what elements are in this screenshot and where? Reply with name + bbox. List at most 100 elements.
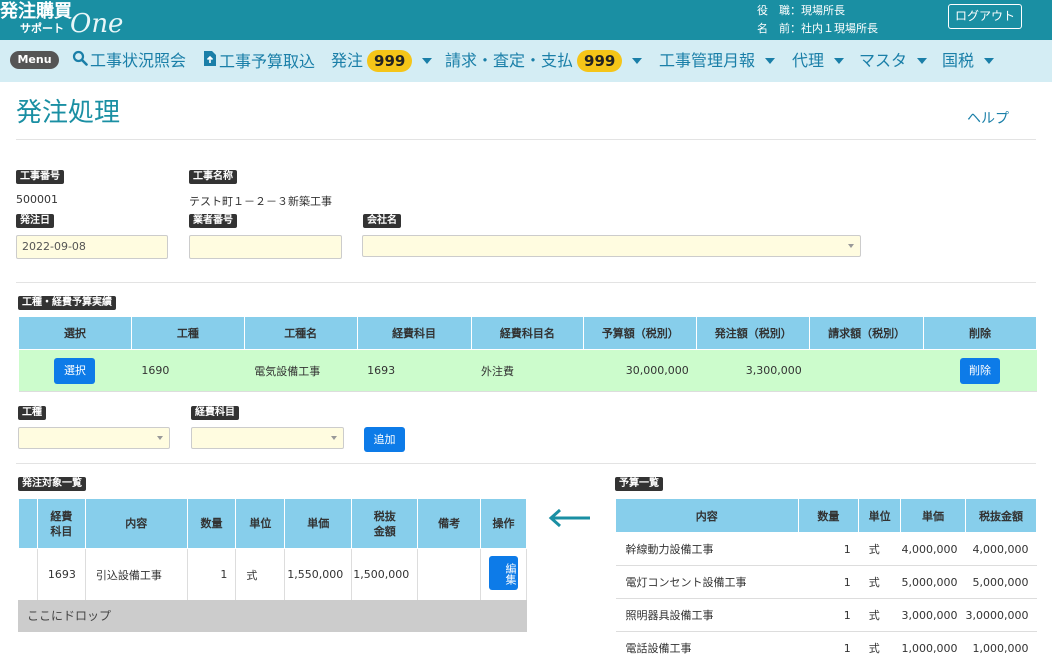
nav-billing[interactable]: 請求・査定・支払 999 bbox=[445, 50, 643, 72]
nav-monthly-report[interactable]: 工事管理月報 bbox=[659, 50, 776, 72]
nav-master[interactable]: マスタ bbox=[859, 50, 928, 72]
table-row[interactable]: 電灯コンセント設備工事 1 式 5,000,000 5,000,000 bbox=[615, 565, 1037, 599]
table-row[interactable]: 照明器具設備工事 1 式 3,000,000 3,0000,000 bbox=[615, 598, 1037, 632]
col-qty: 数量 bbox=[797, 498, 860, 533]
koji-no-label: 工事番号 bbox=[16, 170, 64, 184]
chevron-down-icon bbox=[834, 58, 845, 64]
content-cell: 引込設備工事 bbox=[85, 548, 188, 601]
content-cell: 電話設備工事 bbox=[615, 631, 799, 664]
col-content: 内容 bbox=[615, 498, 799, 533]
col-qty: 数量 bbox=[186, 498, 237, 549]
name-value: 社内１現場所長 bbox=[801, 22, 878, 35]
table-row: 選択 1690 電気設備工事 1693 外注費 30,000,000 3,300… bbox=[18, 349, 1037, 392]
col-amount: 税抜金額 bbox=[351, 498, 419, 549]
chevron-down-icon bbox=[984, 58, 995, 64]
price-cell: 3,000,000 bbox=[900, 598, 966, 632]
help-link[interactable]: ヘルプ bbox=[967, 108, 1009, 128]
col-koshu-name: 工種名 bbox=[243, 316, 358, 350]
table-row[interactable]: 1693 引込設備工事 1 式 1,550,000 1,500,000 編集 bbox=[18, 548, 527, 601]
keihi-cell: 1693 bbox=[37, 548, 86, 601]
vendor-no-label: 業者番号 bbox=[189, 214, 237, 228]
budget-amount-cell: 30,000,000 bbox=[583, 349, 697, 392]
drop-zone[interactable]: ここにドロップ bbox=[18, 600, 527, 632]
menu-button[interactable]: Menu bbox=[10, 51, 59, 69]
unit-cell: 式 bbox=[235, 548, 286, 601]
vendor-no-field[interactable] bbox=[189, 235, 342, 259]
amount-cell: 4,000,000 bbox=[965, 532, 1037, 566]
logout-button[interactable]: ログアウト bbox=[948, 4, 1022, 29]
company-name-label: 会社名 bbox=[363, 214, 401, 228]
table-header-row: 内容 数量 単位 単価 税抜金額 bbox=[615, 498, 1038, 533]
nav-order[interactable]: 発注 999 bbox=[331, 50, 433, 72]
table-header-row: 選択 工種 工種名 経費科目 経費科目名 予算額（税別） 発注額（税別） 請求額… bbox=[18, 316, 1037, 350]
unit-cell: 式 bbox=[858, 631, 901, 664]
keihi-cell: 1693 bbox=[357, 349, 471, 392]
drag-handle[interactable] bbox=[18, 548, 38, 601]
select-cell: 選択 bbox=[18, 349, 132, 392]
order-count-badge: 999 bbox=[367, 50, 413, 72]
nav-budget-import[interactable]: 工事予算取込 bbox=[203, 50, 315, 73]
name-label: 名 前： bbox=[757, 22, 801, 35]
chevron-down-icon bbox=[331, 436, 337, 440]
unit-cell: 式 bbox=[858, 565, 901, 599]
table-header-row: 経費 科目 内容 数量 単位 単価 税抜 金額 備考 操作 bbox=[18, 498, 527, 549]
billing-count-badge: 999 bbox=[577, 50, 623, 72]
keihi-select[interactable] bbox=[191, 427, 344, 449]
nav-budget-import-label: 工事予算取込 bbox=[219, 51, 316, 71]
qty-cell: 1 bbox=[798, 565, 859, 599]
company-name-select[interactable] bbox=[362, 235, 861, 257]
chevron-down-icon bbox=[422, 58, 433, 64]
price-cell: 1,000,000 bbox=[900, 631, 966, 664]
qty-cell: 1 bbox=[187, 548, 237, 601]
divider bbox=[16, 139, 1036, 140]
unit-cell: 式 bbox=[858, 532, 901, 566]
keihi-select-label: 経費科目 bbox=[191, 406, 239, 420]
chevron-down-icon bbox=[848, 244, 854, 248]
col-price: 単価 bbox=[284, 498, 353, 549]
nav-tax-label: 国税 bbox=[942, 51, 975, 70]
chevron-down-icon bbox=[917, 58, 928, 64]
select-button[interactable]: 選択 bbox=[54, 357, 96, 384]
koshu-select[interactable] bbox=[18, 427, 170, 449]
koshu-name-cell: 電気設備工事 bbox=[244, 349, 358, 392]
col-content: 内容 bbox=[84, 498, 188, 549]
col-order-amount: 発注額（税別） bbox=[696, 316, 811, 350]
col-amount: 税抜金額 bbox=[964, 498, 1038, 533]
page-title: 発注処理 bbox=[16, 98, 121, 128]
content-cell: 照明器具設備工事 bbox=[615, 598, 799, 632]
keihi-name-cell: 外注費 bbox=[471, 349, 584, 392]
price-cell: 4,000,000 bbox=[900, 532, 966, 566]
logo-line2: サポート bbox=[20, 22, 64, 35]
note-cell bbox=[417, 548, 482, 601]
nav-proxy[interactable]: 代理 bbox=[792, 50, 845, 72]
nav-proxy-label: 代理 bbox=[792, 51, 825, 70]
col-delete: 削除 bbox=[923, 316, 1037, 350]
koji-name-value: テスト町１－２－３新築工事 bbox=[189, 195, 332, 208]
qty-cell: 1 bbox=[798, 631, 859, 664]
orders-section-label: 発注対象一覧 bbox=[18, 477, 86, 491]
col-note: 備考 bbox=[417, 498, 482, 549]
nav-koji-status[interactable]: 工事状況照会 bbox=[72, 50, 186, 72]
logo-line3: One bbox=[70, 9, 124, 39]
unit-cell: 式 bbox=[858, 598, 901, 632]
nav-master-label: マスタ bbox=[859, 51, 908, 70]
logo-line1: 発注購買 bbox=[0, 1, 72, 22]
col-price: 単価 bbox=[900, 498, 966, 533]
edit-button[interactable]: 編集 bbox=[489, 556, 518, 590]
koshu-select-label: 工種 bbox=[18, 406, 46, 420]
add-button[interactable]: 追加 bbox=[364, 427, 405, 452]
role-value: 現場所長 bbox=[801, 4, 845, 17]
chevron-down-icon bbox=[157, 436, 163, 440]
order-date-field[interactable]: 2022-09-08 bbox=[16, 235, 168, 259]
col-unit: 単位 bbox=[235, 498, 286, 549]
nav-tax[interactable]: 国税 bbox=[942, 50, 995, 72]
table-row[interactable]: 幹線動力設備工事 1 式 4,000,000 4,000,000 bbox=[615, 532, 1037, 566]
divider bbox=[16, 463, 1036, 464]
arrow-left-icon bbox=[548, 508, 592, 531]
col-budget-amount: 予算額（税別） bbox=[583, 316, 698, 350]
table-row[interactable]: 電話設備工事 1 式 1,000,000 1,000,000 bbox=[615, 631, 1037, 664]
chevron-down-icon bbox=[632, 58, 643, 64]
orders-table: 経費 科目 内容 数量 単位 単価 税抜 金額 備考 操作 1693 引込設備工事 … bbox=[18, 498, 527, 601]
delete-button[interactable]: 削除 bbox=[960, 357, 1001, 384]
koji-name-label: 工事名称 bbox=[189, 170, 237, 184]
